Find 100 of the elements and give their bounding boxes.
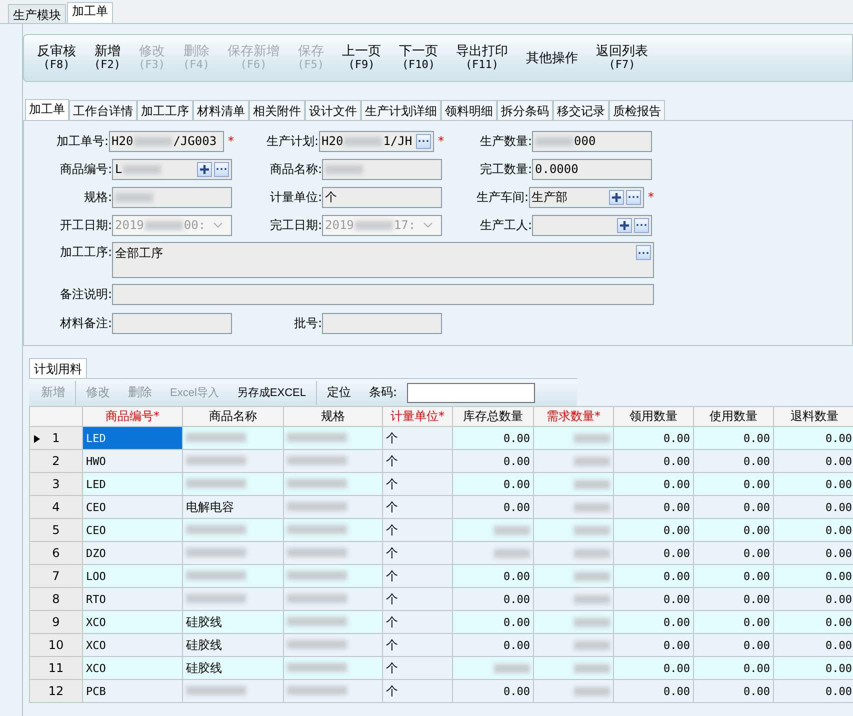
field-label: 加工单号: xyxy=(55,132,109,150)
grid-tab[interactable]: 计划用料 xyxy=(29,358,87,378)
table-cell: 0.00 xyxy=(614,518,694,542)
field-value: 个 xyxy=(325,188,337,206)
detail-tab[interactable]: 工作台详情 xyxy=(69,100,137,120)
required-mark: * xyxy=(648,190,654,204)
column-header[interactable]: 使用数量 xyxy=(694,406,774,426)
field-label: 商品编号: xyxy=(58,160,112,178)
input-field[interactable]: 个 xyxy=(322,186,442,208)
row-number: 6 xyxy=(30,542,82,564)
input-field[interactable]: 生产部 xyxy=(528,186,644,208)
browse-button[interactable] xyxy=(634,218,649,232)
plus-icon xyxy=(199,164,210,174)
table-cell: 0.00 xyxy=(694,610,774,634)
detail-tab[interactable]: 移交记录 xyxy=(553,100,609,120)
row-number: 9 xyxy=(30,610,82,634)
add-button[interactable] xyxy=(617,218,632,232)
input-field[interactable] xyxy=(112,186,232,208)
field-value: 1/JH xyxy=(383,134,412,148)
redacted-text xyxy=(186,433,246,442)
table-cell: 0.00 xyxy=(614,610,694,634)
input-field[interactable] xyxy=(112,284,654,305)
input-field[interactable] xyxy=(322,312,442,334)
field-label: 材料备注: xyxy=(58,314,112,332)
browse-button[interactable] xyxy=(636,245,651,260)
plus-icon xyxy=(611,192,622,202)
browse-button[interactable] xyxy=(626,190,641,204)
column-header[interactable]: 领用数量 xyxy=(614,406,694,426)
redacted-text xyxy=(186,479,246,488)
detail-tab[interactable]: 加工工序 xyxy=(137,100,193,120)
field-value: 全部工序 xyxy=(115,245,163,262)
table-cell: 个 xyxy=(382,542,452,564)
browse-button[interactable] xyxy=(214,162,229,176)
column-header[interactable]: 商品名称 xyxy=(182,406,284,426)
toolbar-button[interactable]: 返回列表 (F7) xyxy=(587,43,657,73)
table-cell: XCO xyxy=(82,610,182,634)
detail-tab[interactable]: 材料清单 xyxy=(193,100,249,120)
table-cell: 0.00 xyxy=(694,656,774,680)
redacted-text xyxy=(287,571,347,580)
table-cell: 0.00 xyxy=(452,680,534,702)
toolbar-button[interactable]: 其他操作 xyxy=(517,43,587,73)
table-cell: 0.00 xyxy=(694,518,774,542)
input-field[interactable] xyxy=(112,312,232,334)
redacted-text xyxy=(287,502,347,511)
field-label: 完工日期: xyxy=(268,216,322,234)
column-header[interactable]: 需求数量* xyxy=(534,406,614,426)
redacted-text xyxy=(574,526,610,534)
module-tab[interactable]: 加工单 xyxy=(67,2,113,23)
field-value: H20 xyxy=(112,134,134,148)
detail-tab[interactable]: 加工单 xyxy=(25,99,69,120)
browse-button[interactable] xyxy=(416,134,431,148)
detail-tab[interactable]: 设计文件 xyxy=(305,100,361,120)
toolbar-button[interactable]: 新增 (F2) xyxy=(85,43,130,73)
field-value: 2019 xyxy=(325,218,354,232)
column-header[interactable]: 商品编号* xyxy=(82,406,182,426)
barcode-field[interactable] xyxy=(407,382,536,402)
detail-tab[interactable]: 质检报告 xyxy=(609,100,665,120)
field-value: 00: xyxy=(184,218,206,232)
input-field[interactable] xyxy=(532,214,652,236)
row-number: 7 xyxy=(30,564,82,588)
input-field[interactable] xyxy=(322,158,442,180)
redacted-text xyxy=(574,572,610,580)
ellipsis-icon xyxy=(638,250,649,254)
column-header[interactable]: 库存总数量 xyxy=(452,406,534,426)
required-mark: * xyxy=(438,134,444,148)
table-cell: 0.00 xyxy=(694,564,774,588)
input-field[interactable]: H20 1/JH xyxy=(318,130,434,152)
input-field[interactable]: 000 xyxy=(532,130,652,152)
input-field[interactable]: L xyxy=(112,158,232,180)
column-header[interactable]: 退料数量 xyxy=(774,406,853,426)
detail-tab[interactable]: 领料明细 xyxy=(441,100,497,120)
input-field[interactable]: 0.0000 xyxy=(532,158,652,180)
field-label: 商品名称: xyxy=(268,160,322,178)
toolbar-button[interactable]: 上一页 (F9) xyxy=(333,43,390,73)
column-header[interactable]: 计量单位* xyxy=(382,406,452,426)
text-area[interactable]: 全部工序 xyxy=(112,242,654,278)
field-value: 17: xyxy=(394,218,416,232)
toolbar-button[interactable]: 下一页 (F10) xyxy=(390,43,447,73)
row-number: 1 xyxy=(30,426,82,450)
add-button[interactable] xyxy=(197,162,212,176)
table-cell: LED xyxy=(82,426,182,450)
table-cell: 0.00 xyxy=(452,472,534,496)
row-number: 3 xyxy=(30,472,82,496)
field-label: 生产工人: xyxy=(478,216,532,234)
toolbar-button[interactable]: 另存成EXCEL xyxy=(228,380,314,404)
add-button[interactable] xyxy=(609,190,624,204)
toolbar-button[interactable]: 定位 xyxy=(318,380,359,404)
chevron-down-icon xyxy=(423,222,433,228)
redacted-text xyxy=(574,594,610,604)
column-header[interactable]: 规格 xyxy=(284,406,382,426)
toolbar-button[interactable]: 反审核 (F8) xyxy=(28,43,85,73)
input-field[interactable]: H20 /JG003 xyxy=(108,130,224,152)
detail-tab[interactable]: 生产计划详细 xyxy=(361,100,441,120)
toolbar-button[interactable]: 导出打印 (F11) xyxy=(447,43,517,73)
redacted-text xyxy=(186,548,246,557)
required-mark: * xyxy=(228,134,234,148)
detail-tab[interactable]: 相关附件 xyxy=(249,100,305,120)
redacted-text xyxy=(287,686,347,695)
module-tab[interactable]: 生产模块 xyxy=(8,4,66,23)
detail-tab[interactable]: 拆分条码 xyxy=(497,100,553,120)
